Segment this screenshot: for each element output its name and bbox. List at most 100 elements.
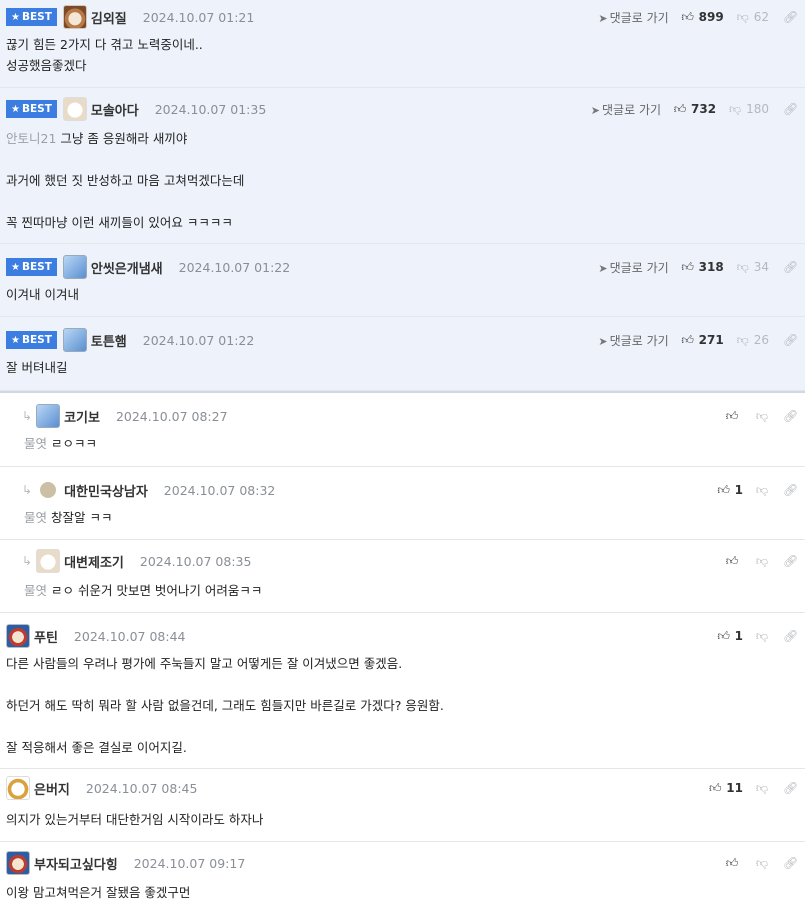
star-icon: ★: [11, 334, 20, 346]
comment-date: 2024.10.07 08:27: [115, 408, 228, 424]
comment-text: ㄹㅇㅋㅋ: [51, 436, 98, 451]
thumbs-up-icon[interactable]: 👍︎: [725, 409, 739, 424]
thumbs-down-icon[interactable]: 👎︎: [755, 554, 769, 569]
dislike-count: 34: [753, 260, 769, 274]
dislike-count: 180: [746, 102, 769, 116]
best-badge: ★ BEST: [6, 100, 57, 118]
reply-item: ↳ 대변제조기 2024.10.07 08:35 👍︎ 👎︎ 🔗︎ 물엿 ㄹㅇ 쉬…: [0, 540, 805, 613]
author-name[interactable]: 대한민국상남자: [64, 481, 148, 500]
best-badge: ★ BEST: [6, 331, 57, 349]
comment-text: 이겨내 이겨내: [6, 287, 79, 302]
comment-list: ★ BEST 김외질 2024.10.07 01:21 ➤ 댓글로 가기 👍︎ 899…: [0, 0, 805, 914]
comment-item: ★ BEST 모솔아다 2024.10.07 01:35 ➤ 댓글로 가기 👍︎ 73…: [0, 88, 805, 244]
avatar[interactable]: [6, 776, 30, 800]
comment-text: 창잘알 ㅋㅋ: [51, 510, 113, 525]
like-count: 1: [734, 629, 743, 643]
author-name[interactable]: 부자되고싶다힝: [34, 854, 118, 873]
comment-date: 2024.10.07 08:44: [73, 628, 186, 644]
thumbs-down-icon[interactable]: 👎︎: [755, 856, 769, 871]
star-icon: ★: [11, 11, 20, 23]
best-badge: ★ BEST: [6, 8, 57, 26]
author-name[interactable]: 푸틴: [34, 627, 58, 646]
send-icon: ➤: [598, 11, 608, 25]
thumbs-up-icon[interactable]: 👍︎: [708, 781, 722, 796]
avatar[interactable]: [36, 404, 61, 428]
link-icon[interactable]: 🔗︎: [783, 333, 798, 347]
link-icon[interactable]: 🔗︎: [783, 781, 798, 795]
goto-reply-link[interactable]: ➤ 댓글로 가기: [598, 259, 668, 276]
send-icon: ➤: [598, 334, 608, 348]
avatar[interactable]: [62, 97, 87, 121]
comment-date: 2024.10.07 01:35: [154, 101, 267, 117]
thumbs-up-icon[interactable]: 👍︎: [725, 856, 739, 871]
avatar[interactable]: [62, 255, 87, 279]
comment-date: 2024.10.07 09:17: [133, 855, 246, 871]
link-icon[interactable]: 🔗︎: [783, 629, 798, 643]
thumbs-down-icon[interactable]: 👎︎: [755, 409, 769, 424]
like-count: 318: [698, 260, 724, 274]
thumbs-down-icon[interactable]: 👎︎: [728, 102, 742, 117]
goto-reply-link[interactable]: ➤ 댓글로 가기: [598, 9, 668, 26]
mention-tag[interactable]: 물엿: [24, 510, 47, 525]
comment-item: ★ BEST 토튼햄 2024.10.07 01:22 ➤ 댓글로 가기 👍︎ 271…: [0, 317, 805, 391]
comment-date: 2024.10.07 08:32: [163, 482, 276, 498]
send-icon: ➤: [598, 261, 608, 275]
thumbs-up-icon[interactable]: 👍︎: [725, 554, 739, 569]
comment-text: 다른 사람들의 우려나 평가에 주눅들지 말고 어떻게든 잘 이겨냈으면 좋겠음…: [6, 656, 444, 755]
avatar[interactable]: [36, 549, 61, 573]
thumbs-down-icon[interactable]: 👎︎: [755, 781, 769, 796]
link-icon[interactable]: 🔗︎: [783, 260, 798, 274]
author-name[interactable]: 대변제조기: [64, 552, 124, 571]
comment-text: 잘 버텨내길: [6, 360, 68, 375]
link-icon[interactable]: 🔗︎: [783, 483, 798, 497]
thumbs-up-icon[interactable]: 👍︎: [681, 333, 695, 348]
thumbs-down-icon[interactable]: 👎︎: [736, 10, 750, 25]
mention-tag[interactable]: 물엿: [24, 436, 47, 451]
thumbs-up-icon[interactable]: 👍︎: [717, 483, 731, 498]
comment-date: 2024.10.07 01:21: [142, 9, 255, 25]
avatar[interactable]: [6, 624, 30, 648]
avatar[interactable]: [6, 851, 30, 875]
mention-tag[interactable]: 안토니21: [6, 131, 56, 146]
reply-item: ↳ 코기보 2024.10.07 08:27 👍︎ 👎︎ 🔗︎ 물엿 ㄹㅇㅋㅋ: [0, 391, 805, 467]
link-icon[interactable]: 🔗︎: [783, 856, 798, 870]
author-name[interactable]: 은버지: [34, 779, 70, 798]
thumbs-down-icon[interactable]: 👎︎: [736, 260, 750, 275]
goto-reply-link[interactable]: ➤ 댓글로 가기: [598, 332, 668, 349]
author-name[interactable]: 김외질: [91, 8, 127, 27]
avatar[interactable]: [62, 328, 87, 352]
link-icon[interactable]: 🔗︎: [783, 554, 798, 568]
avatar[interactable]: [62, 5, 87, 29]
thumbs-down-icon[interactable]: 👎︎: [755, 629, 769, 644]
link-icon[interactable]: 🔗︎: [783, 102, 798, 116]
author-name[interactable]: 코기보: [64, 407, 100, 426]
thumbs-up-icon[interactable]: 👍︎: [673, 102, 687, 117]
mention-tag[interactable]: 물엿: [24, 583, 47, 598]
thumbs-up-icon[interactable]: 👍︎: [717, 629, 731, 644]
comment-date: 2024.10.07 01:22: [142, 332, 255, 348]
goto-reply-link[interactable]: ➤ 댓글로 가기: [591, 101, 661, 118]
thumbs-up-icon[interactable]: 👍︎: [681, 10, 695, 25]
link-icon[interactable]: 🔗︎: [783, 409, 798, 423]
comment-item: ★ BEST 안씻은개냄새 2024.10.07 01:22 ➤ 댓글로 가기 👍︎…: [0, 244, 805, 317]
like-count: 1: [734, 483, 743, 497]
author-name[interactable]: 모솔아다: [91, 100, 139, 119]
thumbs-down-icon[interactable]: 👎︎: [755, 483, 769, 498]
link-icon[interactable]: 🔗︎: [783, 10, 798, 24]
reply-arrow-icon: ↳: [22, 483, 33, 497]
thumbs-up-icon[interactable]: 👍︎: [681, 260, 695, 275]
comment-text: ㄹㅇ 쉬운거 맛보면 벗어나기 어려움ㅋㅋ: [51, 583, 263, 598]
author-name[interactable]: 토튼햄: [91, 331, 127, 350]
author-name[interactable]: 안씻은개냄새: [91, 258, 163, 277]
comment-date: 2024.10.07 01:22: [178, 259, 291, 275]
comment-text: 이왕 맘고쳐먹은거 잘됐음 좋겠구먼: [6, 885, 191, 900]
comment-date: 2024.10.07 08:45: [85, 780, 198, 796]
avatar[interactable]: [40, 482, 57, 498]
comment-text: 의지가 있는거부터 대단한거임 시작이라도 하자나: [6, 812, 264, 827]
thumbs-down-icon[interactable]: 👎︎: [736, 333, 750, 348]
like-count: 732: [691, 102, 717, 116]
star-icon: ★: [11, 261, 20, 273]
comment-item: 푸틴 2024.10.07 08:44 👍︎ 1 👎︎ 🔗︎ 다른 사람들의 우려…: [0, 613, 805, 769]
like-count: 271: [698, 333, 724, 347]
reply-arrow-icon: ↳: [22, 409, 33, 423]
